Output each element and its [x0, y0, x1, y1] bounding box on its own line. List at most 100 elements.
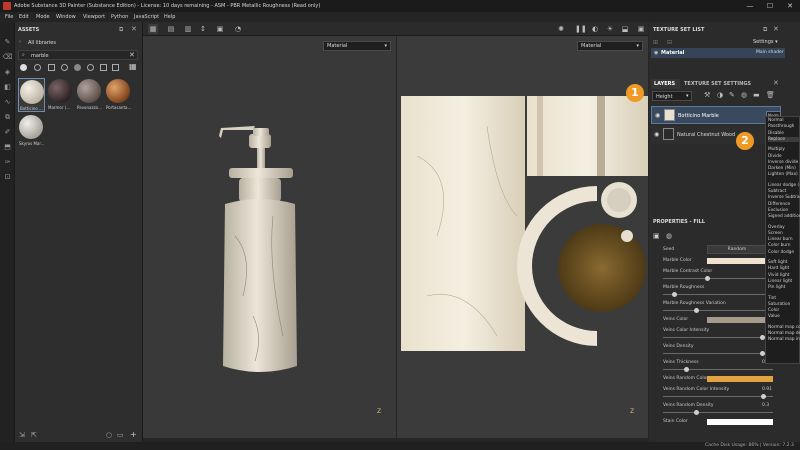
asset-item[interactable]: Marmor (...	[47, 78, 74, 112]
channel-select[interactable]: Height ▾	[652, 91, 692, 101]
blend-mode-option[interactable]: Inverse divide	[768, 160, 798, 165]
blend-mode-option[interactable]: Disable	[768, 131, 784, 136]
search-input[interactable]: marble	[31, 53, 49, 59]
close-panel-icon[interactable]: ✕	[773, 79, 779, 87]
property-slider[interactable]	[663, 308, 773, 313]
add-paint-layer-icon[interactable]: ✎	[729, 91, 735, 99]
asset-item[interactable]: Pavonazzo...	[76, 78, 103, 112]
property-value[interactable]: 0.3	[762, 403, 769, 408]
close-panel-icon[interactable]: ✕	[131, 25, 137, 33]
clone-icon[interactable]: ⧉	[2, 112, 13, 123]
blend-mode-option[interactable]: Subtract	[768, 189, 786, 194]
eye-icon[interactable]: ◉	[655, 112, 660, 119]
blend-mode-option[interactable]: Difference	[768, 202, 790, 207]
measure-icon[interactable]: ⊡	[2, 172, 13, 183]
blend-mode-option[interactable]: Value	[768, 314, 780, 319]
add-icon[interactable]: +	[130, 430, 137, 439]
blend-mode-option[interactable]: Exclusion	[768, 208, 788, 213]
blend-mode-option[interactable]: Replace	[768, 136, 799, 142]
color-swatch[interactable]	[707, 419, 773, 425]
frame-icon[interactable]: ▣	[215, 24, 225, 34]
blend-mode-option[interactable]: Color	[768, 308, 779, 313]
property-slider[interactable]	[663, 292, 773, 297]
filter-textures-icon[interactable]	[48, 64, 55, 71]
property-value[interactable]: 0.91	[762, 387, 772, 392]
texture-set-row[interactable]: ◉ Material Main shader	[651, 48, 785, 58]
blend-mode-option[interactable]: Soft light	[768, 260, 787, 265]
grid-split-icon[interactable]: ▤	[166, 24, 176, 34]
blend-mode-option[interactable]: Lighten (Max)	[768, 172, 798, 177]
geometry-fill-icon[interactable]: ◧	[2, 82, 13, 93]
slider-handle[interactable]	[672, 292, 677, 297]
slider-handle[interactable]	[761, 394, 767, 399]
maximize-button[interactable]: ☐	[760, 0, 780, 12]
filter-filters-icon[interactable]	[112, 64, 119, 71]
folder-icon[interactable]: ▭	[117, 431, 124, 439]
circle-icon[interactable]: ○	[106, 431, 112, 439]
blend-mode-option[interactable]: Linear burn	[768, 237, 793, 242]
viewport-2d[interactable]: Material ▾ Z	[397, 36, 648, 438]
tab-texture-set-settings[interactable]: TEXTURE SET SETTINGS	[684, 81, 751, 87]
unlink-icon[interactable]: ⊟	[667, 39, 672, 46]
settings-dropdown[interactable]: Settings ▾	[753, 39, 778, 45]
asset-search-box[interactable]: ⌕ marble ✕	[18, 50, 138, 60]
filter-alphas-icon[interactable]	[87, 64, 94, 71]
layer-row[interactable]: ◉ Natural Chestnut Wood	[651, 126, 781, 144]
close-panel-icon[interactable]: ✕	[773, 25, 779, 33]
blend-mode-option[interactable]: Pin light	[768, 285, 785, 290]
camera-settings-icon[interactable]: ✺	[556, 24, 566, 34]
material-icon[interactable]: ◍	[666, 232, 672, 240]
blend-mode-option[interactable]: Hard light	[768, 266, 789, 271]
blend-mode-option[interactable]: Normal	[768, 118, 784, 123]
blend-mode-option[interactable]: Divide	[768, 154, 782, 159]
clear-search-icon[interactable]: ✕	[129, 51, 135, 59]
grid-toggle-icon[interactable]: ▦	[129, 62, 137, 71]
menu-viewport[interactable]: Viewport	[83, 14, 105, 20]
add-fill-layer-icon[interactable]: ◍	[741, 91, 747, 99]
slider-handle[interactable]	[684, 367, 690, 372]
render-icon[interactable]: ⬓	[620, 24, 630, 34]
blend-mode-option[interactable]: Color burn	[768, 243, 790, 248]
filter-smart-materials-icon[interactable]	[34, 64, 41, 71]
grid-view-icon[interactable]: ▦	[148, 24, 158, 34]
shader-name[interactable]: Main shader	[756, 50, 784, 55]
add-folder-icon[interactable]: ▬	[753, 91, 760, 99]
color-swatch[interactable]	[707, 317, 773, 323]
add-mask-icon[interactable]: ◑	[717, 91, 723, 99]
blend-mode-option[interactable]: Overlay	[768, 225, 785, 230]
paint-brush-icon[interactable]: ✎	[2, 37, 13, 48]
picker-icon[interactable]: ✐	[2, 127, 13, 138]
asset-item[interactable]: Skyros Mar...	[18, 114, 45, 148]
layer-row-selected[interactable]: ◉ Botticino Marble Norm	[651, 106, 781, 124]
tab-layers[interactable]: LAYERS	[651, 79, 680, 89]
blend-mode-option[interactable]: Normal map combine	[768, 325, 800, 330]
eye-icon[interactable]: ◉	[654, 50, 658, 56]
annotate-icon[interactable]: ✑	[2, 157, 13, 168]
property-slider[interactable]	[663, 394, 773, 399]
color-swatch[interactable]	[707, 376, 773, 382]
link-icon[interactable]: ⊞	[653, 39, 658, 46]
fill-icon[interactable]: ▣	[653, 232, 660, 240]
menu-help[interactable]: Help	[164, 14, 175, 20]
blend-mode-option[interactable]: Linear dodge (+)	[768, 183, 800, 188]
filter-brushes-icon[interactable]	[74, 64, 81, 71]
blend-mode-option[interactable]: Normal map inverse	[768, 337, 800, 342]
delete-layer-icon[interactable]: 🗑	[766, 91, 775, 99]
menu-javascript[interactable]: JavaScript	[134, 14, 159, 20]
undock-icon[interactable]: ⧉	[763, 26, 767, 34]
slider-handle[interactable]	[694, 410, 699, 415]
eraser-icon[interactable]: ⌫	[2, 52, 13, 63]
blend-mode-option[interactable]: Tint	[768, 296, 776, 301]
blend-mode-option[interactable]: Inverse Subtract	[768, 195, 800, 200]
close-window-button[interactable]: ✕	[780, 0, 800, 12]
screenshot-icon[interactable]: ▣	[636, 24, 646, 34]
filter-materials-icon[interactable]	[20, 64, 27, 71]
import-icon[interactable]: ⇲	[19, 431, 25, 439]
asset-item-selected[interactable]: Botticino ...	[18, 78, 45, 112]
menu-window[interactable]: Window	[56, 14, 76, 20]
pause-icon[interactable]: ❚❚	[575, 24, 587, 34]
environment-icon[interactable]: ☀	[605, 24, 615, 34]
filter-environments-icon[interactable]	[100, 64, 107, 71]
asset-item[interactable]: Portasanta...	[105, 78, 132, 112]
property-slider[interactable]	[663, 410, 773, 415]
